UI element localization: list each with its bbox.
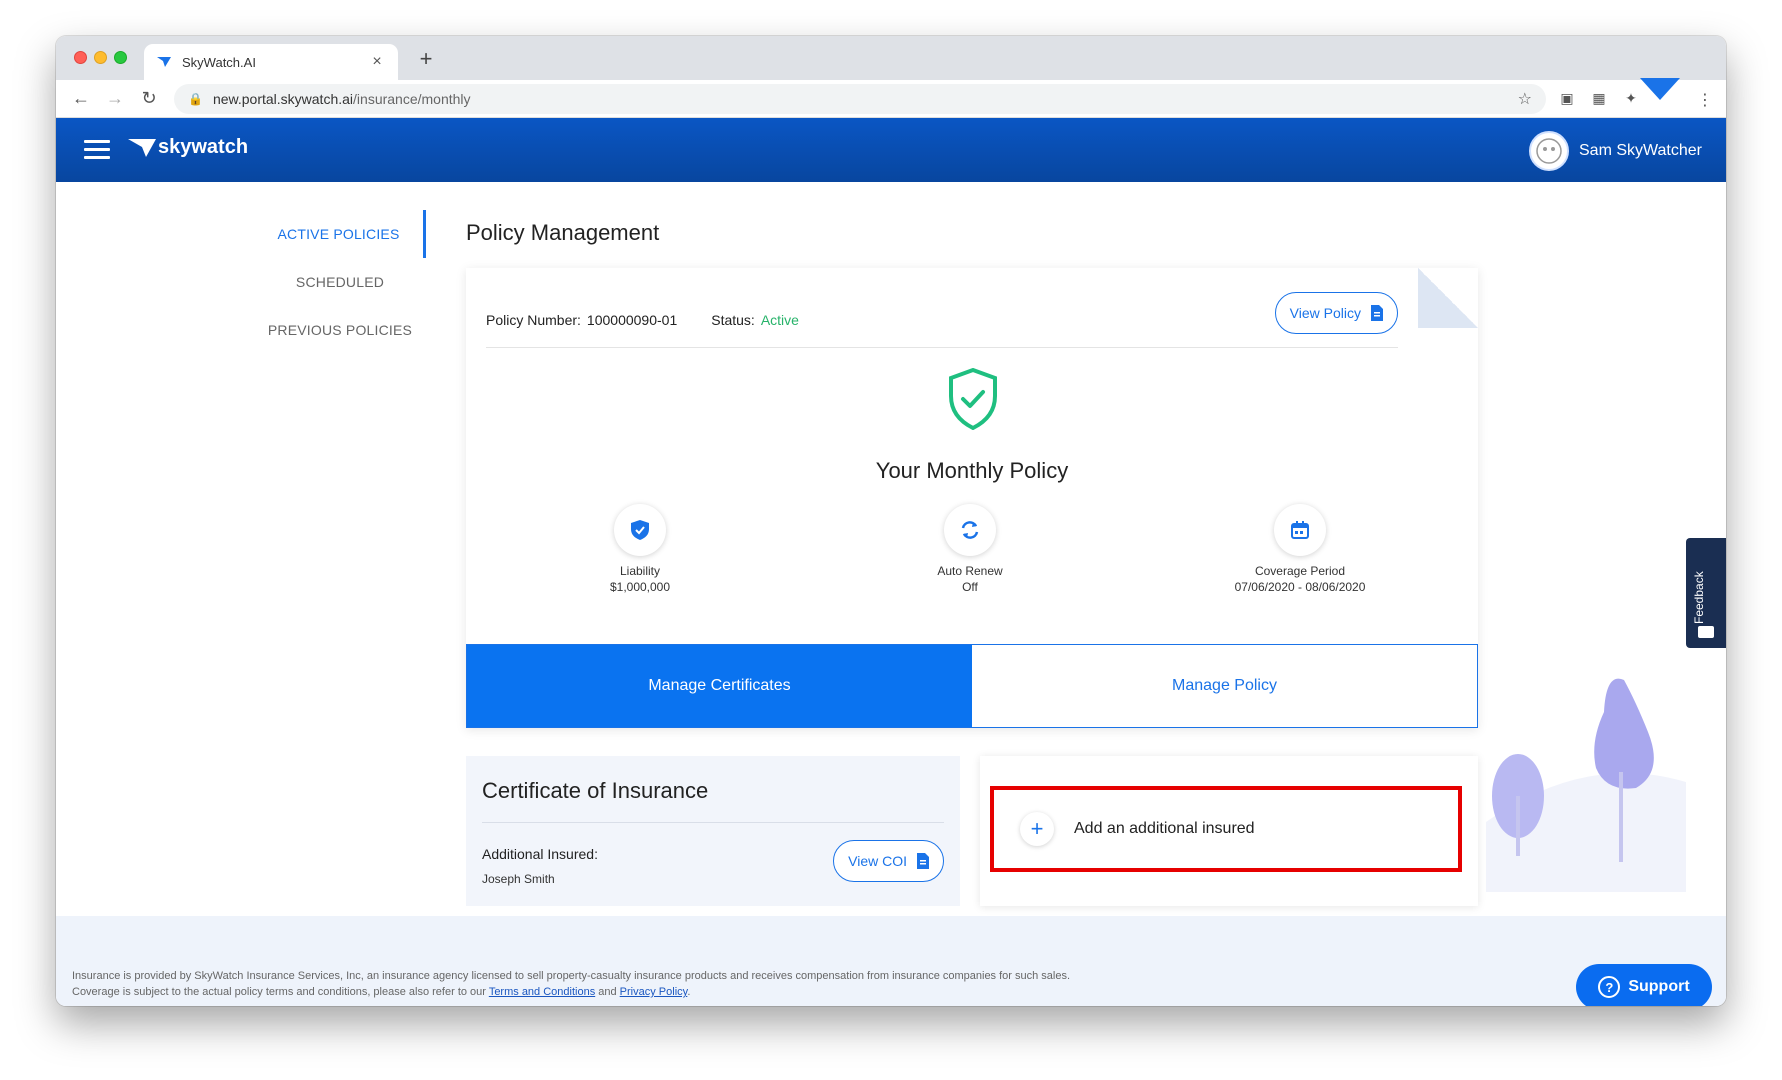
browser-window: SkyWatch.AI × + ← → ↻ 🔒 new.portal.skywa… bbox=[56, 36, 1726, 1006]
stat-name: Auto Renew bbox=[937, 564, 1003, 578]
user-name: Sam SkyWatcher bbox=[1579, 142, 1702, 159]
sidebar-item-active-policies[interactable]: ACTIVE POLICIES bbox=[254, 210, 426, 258]
period-text: . bbox=[687, 986, 691, 998]
view-policy-button[interactable]: View Policy bbox=[1274, 292, 1398, 334]
sidebar-item-scheduled[interactable]: SCHEDULED bbox=[254, 258, 426, 306]
document-icon bbox=[917, 853, 929, 869]
policy-actions: Manage Certificates Manage Policy bbox=[466, 644, 1478, 728]
coverage-icon-circle bbox=[1274, 504, 1326, 556]
maximize-window-button[interactable] bbox=[114, 51, 127, 64]
terms-link[interactable]: Terms and Conditions bbox=[489, 986, 595, 998]
status-label: Status: bbox=[711, 311, 755, 328]
add-insured-button[interactable]: + Add an additional insured bbox=[1020, 812, 1255, 846]
app-header: skywatch Sam SkyWatcher bbox=[56, 118, 1726, 182]
liability-icon-circle bbox=[614, 504, 666, 556]
shield-check-icon bbox=[949, 368, 997, 430]
add-insured-label: Add an additional insured bbox=[1074, 820, 1255, 837]
privacy-link[interactable]: Privacy Policy bbox=[620, 986, 688, 998]
skywatch-logo[interactable]: skywatch bbox=[128, 136, 248, 159]
cursor-pointer-icon bbox=[1640, 78, 1680, 100]
status-badge: Active bbox=[760, 311, 799, 328]
back-icon[interactable]: ← bbox=[70, 88, 92, 109]
skywatch-logo-icon bbox=[128, 138, 156, 157]
stat-liability: Liability $1,000,000 bbox=[540, 504, 740, 594]
certificate-card: Certificate of Insurance Additional Insu… bbox=[466, 756, 960, 906]
avatar bbox=[1529, 131, 1569, 171]
policy-sidebar: ACTIVE POLICIES SCHEDULED PREVIOUS POLIC… bbox=[254, 210, 426, 354]
message-icon bbox=[1698, 626, 1714, 638]
reload-icon[interactable]: ↻ bbox=[138, 88, 160, 109]
address-bar[interactable]: 🔒 new.portal.skywatch.ai/insurance/month… bbox=[174, 84, 1546, 114]
star-icon[interactable]: ☆ bbox=[1518, 89, 1532, 109]
hamburger-menu-icon[interactable] bbox=[84, 140, 110, 160]
page-fold-decoration bbox=[1418, 268, 1478, 328]
view-policy-label: View Policy bbox=[1289, 305, 1361, 321]
shield-check-icon bbox=[631, 520, 649, 540]
tab-close-icon[interactable]: × bbox=[368, 53, 386, 71]
help-icon: ? bbox=[1598, 976, 1621, 998]
sidebar-item-previous-policies[interactable]: PREVIOUS POLICIES bbox=[254, 306, 426, 354]
add-insured-card: + Add an additional insured bbox=[980, 756, 1478, 906]
minimize-window-button[interactable] bbox=[94, 51, 107, 64]
view-coi-label: View COI bbox=[848, 853, 907, 869]
additional-insured-label: Additional Insured: bbox=[482, 846, 598, 862]
policy-card: Policy Number: 100000090-01 Status: Acti… bbox=[466, 268, 1478, 728]
stat-auto-renew: Auto Renew Off bbox=[870, 504, 1070, 594]
manage-certificates-button[interactable]: Manage Certificates bbox=[467, 645, 972, 727]
refresh-icon bbox=[961, 521, 979, 539]
policy-number-label: Policy Number: bbox=[486, 311, 581, 328]
close-window-button[interactable] bbox=[74, 51, 87, 64]
page-title: Policy Management bbox=[466, 220, 660, 245]
main-content: ACTIVE POLICIES SCHEDULED PREVIOUS POLIC… bbox=[56, 182, 1726, 1006]
stat-value: $1,000,000 bbox=[609, 580, 671, 594]
user-menu[interactable]: Sam SkyWatcher bbox=[1529, 131, 1702, 171]
footer: Insurance is provided by SkyWatch Insura… bbox=[56, 916, 1726, 1006]
new-tab-button[interactable]: + bbox=[414, 46, 438, 72]
plus-icon: + bbox=[1020, 812, 1054, 846]
browser-tabstrip: SkyWatch.AI × + bbox=[56, 36, 1726, 80]
certificate-title: Certificate of Insurance bbox=[482, 778, 709, 803]
stat-coverage-period: Coverage Period 07/06/2020 - 08/06/2020 bbox=[1200, 504, 1400, 594]
tab-title: SkyWatch.AI bbox=[182, 54, 256, 70]
puzzle-extension-icon[interactable]: ✦ bbox=[1622, 90, 1640, 107]
policy-heading: Your Monthly Policy bbox=[875, 458, 1069, 483]
user-avatar-icon bbox=[1536, 138, 1562, 164]
document-icon bbox=[1371, 305, 1383, 321]
stat-name: Coverage Period bbox=[1254, 564, 1346, 578]
support-label: Support bbox=[1628, 978, 1690, 995]
footer-disclaimer: Insurance is provided by SkyWatch Insura… bbox=[72, 968, 1082, 1000]
divider bbox=[482, 822, 944, 823]
lock-icon: 🔒 bbox=[188, 92, 203, 106]
stat-name: Liability bbox=[619, 564, 661, 578]
browser-toolbar: ← → ↻ 🔒 new.portal.skywatch.ai/insurance… bbox=[56, 80, 1726, 118]
stat-value: 07/06/2020 - 08/06/2020 bbox=[1234, 580, 1366, 594]
grid-extension-icon[interactable]: ▦ bbox=[1590, 90, 1608, 107]
url-path: /insurance/monthly bbox=[353, 91, 471, 107]
url-host: new.portal.skywatch.ai bbox=[212, 91, 354, 107]
insured-name: Joseph Smith bbox=[482, 872, 555, 886]
feedback-tab[interactable]: Feedback bbox=[1686, 538, 1726, 648]
and-text: and bbox=[595, 986, 620, 998]
menu-icon[interactable]: ⋮ bbox=[1696, 90, 1714, 110]
calendar-icon bbox=[1291, 521, 1309, 539]
stat-value: Off bbox=[962, 580, 978, 594]
auto-renew-icon-circle bbox=[944, 504, 996, 556]
extension-icon[interactable]: ▣ bbox=[1558, 90, 1576, 107]
manage-policy-button[interactable]: Manage Policy bbox=[972, 645, 1477, 727]
browser-tab[interactable]: SkyWatch.AI × bbox=[144, 44, 398, 80]
feedback-label: Feedback bbox=[1692, 571, 1706, 624]
logo-text: skywatch bbox=[158, 136, 249, 158]
trees-illustration bbox=[1486, 678, 1686, 892]
policy-summary-row: Policy Number: 100000090-01 Status: Acti… bbox=[486, 292, 1398, 348]
policy-number: 100000090-01 bbox=[586, 311, 678, 328]
skywatch-favicon-icon bbox=[157, 57, 171, 67]
forward-icon[interactable]: → bbox=[104, 88, 126, 109]
view-coi-button[interactable]: View COI bbox=[833, 840, 944, 882]
support-button[interactable]: ? Support bbox=[1576, 964, 1712, 1006]
